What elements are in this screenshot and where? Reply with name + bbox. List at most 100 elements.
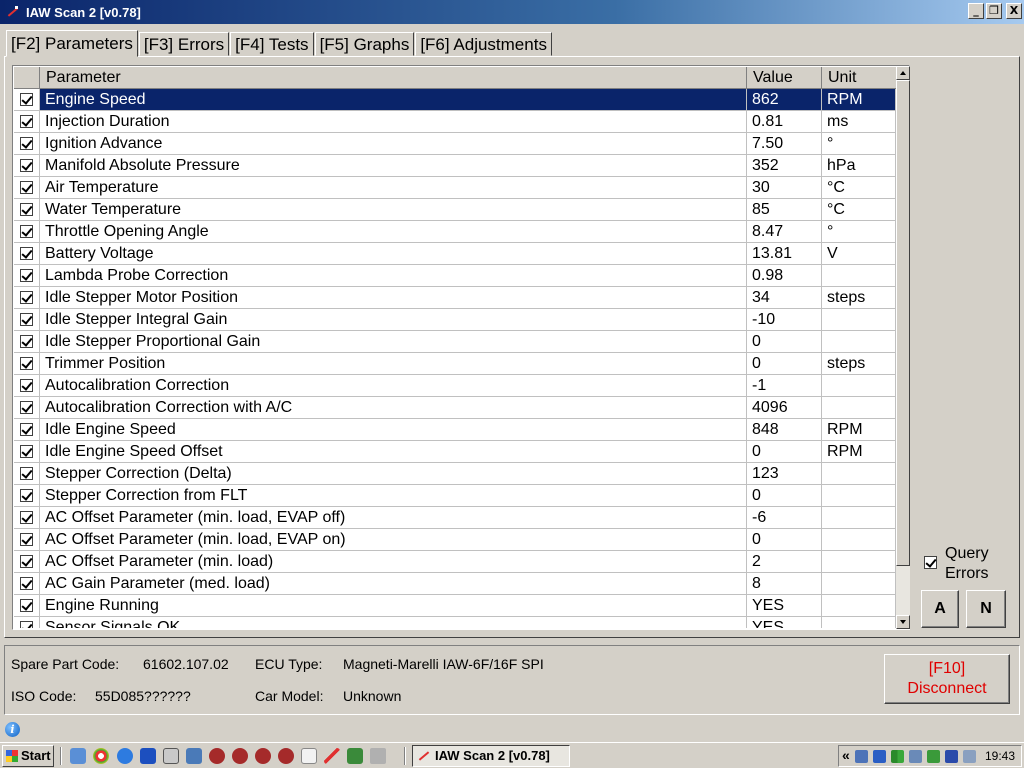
tray-signal-icon[interactable] — [891, 750, 904, 763]
tab-graphs[interactable]: [F5] Graphs — [314, 32, 415, 56]
row-checkbox[interactable] — [20, 467, 33, 480]
table-row[interactable]: Manifold Absolute Pressure 352 hPa — [14, 155, 896, 177]
table-row[interactable]: Trimmer Position 0 steps — [14, 353, 896, 375]
row-checkbox[interactable] — [20, 115, 33, 128]
table-row[interactable]: Throttle Opening Angle 8.47 ° — [14, 221, 896, 243]
taskbar-item-iaw-scan[interactable]: IAW Scan 2 [v0.78] — [412, 745, 570, 767]
fiat-logo-icon[interactable] — [232, 748, 248, 764]
scroll-up-button[interactable] — [896, 66, 910, 80]
row-checkbox[interactable] — [20, 511, 33, 524]
tray-volume-icon[interactable] — [909, 750, 922, 763]
table-row[interactable]: Battery Voltage 13.81 V — [14, 243, 896, 265]
ross-tech-icon[interactable] — [301, 748, 317, 764]
network-tool-icon[interactable] — [347, 748, 363, 764]
bluetooth-icon[interactable] — [140, 748, 156, 764]
fiat-logo-icon[interactable] — [255, 748, 271, 764]
table-row[interactable]: Lambda Probe Correction 0.98 — [14, 265, 896, 287]
disconnect-button[interactable]: [F10] Disconnect — [884, 654, 1010, 704]
title-bar[interactable]: IAW Scan 2 [v0.78] _ ❐ X — [0, 0, 1024, 24]
query-errors[interactable]: Query Errors — [924, 544, 989, 584]
row-checkbox[interactable] — [20, 335, 33, 348]
table-row[interactable]: Stepper Correction from FLT 0 — [14, 485, 896, 507]
row-checkbox[interactable] — [20, 291, 33, 304]
tray-expand-icon[interactable]: « — [842, 747, 850, 763]
tray-security-icon[interactable] — [927, 750, 940, 763]
row-checkbox[interactable] — [20, 313, 33, 326]
spare-part-value: 61602.107.02 — [143, 656, 229, 672]
row-checkbox[interactable] — [20, 489, 33, 502]
tray-battery-icon[interactable] — [945, 750, 958, 763]
table-row[interactable]: AC Offset Parameter (min. load, EVAP on)… — [14, 529, 896, 551]
tray-network-icon[interactable] — [855, 750, 868, 763]
tray-app-icon[interactable] — [873, 750, 886, 763]
header-parameter[interactable]: Parameter — [40, 67, 747, 89]
row-checkbox[interactable] — [20, 423, 33, 436]
table-row[interactable]: AC Gain Parameter (med. load) 8 — [14, 573, 896, 595]
row-checkbox[interactable] — [20, 621, 33, 628]
table-row[interactable]: Idle Engine Speed 848 RPM — [14, 419, 896, 441]
table-row[interactable]: Idle Stepper Motor Position 34 steps — [14, 287, 896, 309]
row-checkbox[interactable] — [20, 247, 33, 260]
start-button[interactable]: Start — [2, 745, 54, 767]
scroll-thumb[interactable] — [896, 80, 910, 566]
table-row[interactable]: Engine Running YES — [14, 595, 896, 617]
n-button[interactable]: N — [966, 590, 1006, 628]
row-checkbox[interactable] — [20, 269, 33, 282]
chrome-icon[interactable] — [93, 748, 109, 764]
query-errors-checkbox[interactable] — [924, 556, 937, 569]
internet-explorer-icon[interactable] — [117, 748, 133, 764]
parameter-name: AC Offset Parameter (min. load, EVAP on) — [40, 529, 747, 551]
row-checkbox[interactable] — [20, 379, 33, 392]
tray-display-icon[interactable] — [963, 750, 976, 763]
table-row[interactable]: Idle Engine Speed Offset 0 RPM — [14, 441, 896, 463]
table-row[interactable]: Autocalibration Correction -1 — [14, 375, 896, 397]
tab-errors[interactable]: [F3] Errors — [138, 32, 230, 56]
table-row[interactable]: Idle Stepper Proportional Gain 0 — [14, 331, 896, 353]
table-row[interactable]: Sensor Signals OK YES — [14, 617, 896, 628]
row-checkbox[interactable] — [20, 555, 33, 568]
grid-scrollbar[interactable] — [896, 66, 910, 629]
row-checkbox[interactable] — [20, 137, 33, 150]
table-row[interactable]: AC Offset Parameter (min. load, EVAP off… — [14, 507, 896, 529]
table-row[interactable]: Water Temperature 85 °C — [14, 199, 896, 221]
fiat-logo-icon[interactable] — [209, 748, 225, 764]
quicklaunch-app-icon[interactable] — [163, 748, 179, 764]
row-checkbox[interactable] — [20, 159, 33, 172]
quicklaunch-tool-icon[interactable] — [186, 748, 202, 764]
table-row[interactable]: Air Temperature 30 °C — [14, 177, 896, 199]
eraser-icon[interactable] — [370, 748, 386, 764]
row-checkbox[interactable] — [20, 225, 33, 238]
row-checkbox[interactable] — [20, 533, 33, 546]
scroll-down-button[interactable] — [896, 615, 910, 629]
row-checkbox[interactable] — [20, 445, 33, 458]
tab-parameters[interactable]: [F2] Parameters — [6, 30, 138, 57]
row-checkbox[interactable] — [20, 599, 33, 612]
tray-clock[interactable]: 19:43 — [985, 749, 1015, 763]
table-row[interactable]: Injection Duration 0.81 ms — [14, 111, 896, 133]
table-row[interactable]: AC Offset Parameter (min. load) 2 — [14, 551, 896, 573]
restore-button[interactable]: ❐ — [986, 3, 1002, 19]
fiat-logo-icon[interactable] — [278, 748, 294, 764]
minimize-button[interactable]: _ — [968, 3, 984, 19]
parameter-value: 862 — [747, 89, 822, 111]
header-value[interactable]: Value — [747, 67, 822, 89]
table-row[interactable]: Engine Speed 862 RPM — [14, 89, 896, 111]
row-checkbox[interactable] — [20, 401, 33, 414]
close-button[interactable]: X — [1006, 3, 1022, 19]
iaw-scan-icon[interactable] — [324, 748, 340, 764]
tab-tests[interactable]: [F4] Tests — [230, 32, 314, 56]
row-checkbox[interactable] — [20, 577, 33, 590]
header-unit[interactable]: Unit — [822, 67, 896, 89]
row-checkbox[interactable] — [20, 93, 33, 106]
quicklaunch-desktop-icon[interactable] — [70, 748, 86, 764]
table-row[interactable]: Ignition Advance 7.50 ° — [14, 133, 896, 155]
table-row[interactable]: Autocalibration Correction with A/C 4096 — [14, 397, 896, 419]
a-button[interactable]: A — [921, 590, 959, 628]
row-checkbox[interactable] — [20, 357, 33, 370]
tab-adjustments[interactable]: [F6] Adjustments — [415, 32, 552, 56]
table-row[interactable]: Stepper Correction (Delta) 123 — [14, 463, 896, 485]
row-checkbox[interactable] — [20, 203, 33, 216]
row-checkbox[interactable] — [20, 181, 33, 194]
info-icon[interactable]: i — [5, 722, 20, 737]
table-row[interactable]: Idle Stepper Integral Gain -10 — [14, 309, 896, 331]
